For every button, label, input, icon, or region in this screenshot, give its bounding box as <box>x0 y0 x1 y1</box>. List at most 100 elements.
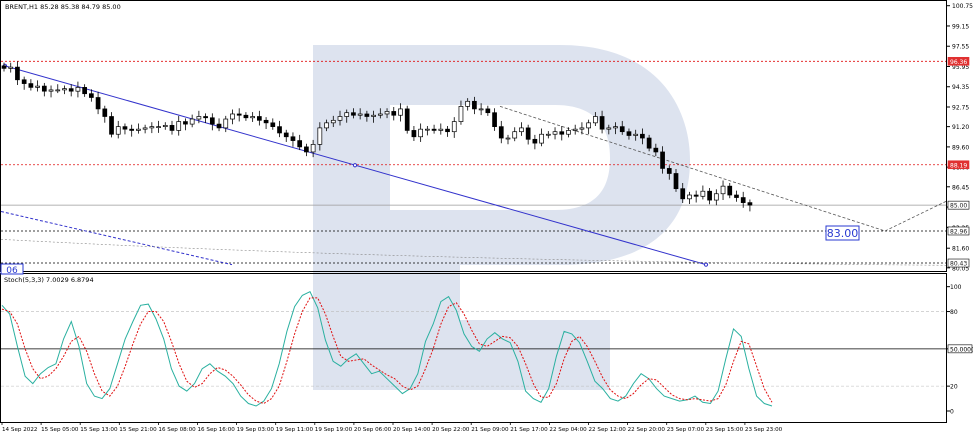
candle-body <box>183 121 188 125</box>
candle-body <box>344 112 350 117</box>
candle-body <box>68 88 74 92</box>
candle-body <box>62 88 67 91</box>
candle-body <box>28 83 34 88</box>
stoch-axis-label: 50.0000 <box>950 346 973 353</box>
candle-body <box>519 127 524 133</box>
candle-body <box>109 116 114 135</box>
x-axis-label: 22 Sep 20:00 <box>628 427 666 433</box>
price-axis-label: 92.75 <box>952 105 969 112</box>
candle-body <box>727 185 733 196</box>
candle-body <box>277 126 282 134</box>
candle-body <box>418 128 423 138</box>
candle-body <box>492 112 497 127</box>
x-axis-label: 14 Sep 2022 <box>2 427 37 433</box>
candle-body <box>8 66 14 69</box>
candle-body <box>156 126 161 128</box>
stoch-axis-label: 80 <box>950 309 958 316</box>
candle-body <box>162 125 168 127</box>
candle-body <box>209 117 215 125</box>
target-label-text: 83.00 <box>827 227 859 240</box>
candle-body <box>304 146 309 153</box>
price-axis-label: 94.35 <box>952 84 969 91</box>
candle-body <box>21 79 27 84</box>
x-axis-label: 23 Sep 23:00 <box>745 427 783 433</box>
candle-body <box>700 190 706 197</box>
candle-body <box>384 111 390 115</box>
candle-body <box>532 138 538 144</box>
candle-body <box>102 108 108 117</box>
candle-body <box>371 114 376 117</box>
candle-body <box>149 126 155 129</box>
candle-body <box>317 127 323 145</box>
candle-body <box>263 119 269 124</box>
candle-body <box>283 132 289 138</box>
candle-body <box>236 113 242 116</box>
candle-body <box>505 137 511 140</box>
candle-body <box>55 89 61 92</box>
candle-body <box>1 65 7 69</box>
candle-body <box>572 128 578 131</box>
candle-body <box>472 100 477 110</box>
x-axis-label: 20 Sep 06:00 <box>354 427 392 433</box>
candle-body <box>337 116 343 121</box>
candle-body <box>297 140 303 148</box>
candle-body <box>115 126 121 135</box>
candle-body <box>35 85 40 88</box>
left-edge-label: 06 <box>0 263 24 276</box>
candle-body <box>136 128 141 131</box>
candle-body <box>310 144 316 153</box>
candle-body <box>203 116 208 119</box>
candle-body <box>465 100 471 107</box>
candle-body <box>95 97 101 110</box>
x-axis-label: 22 Sep 12:00 <box>589 427 627 433</box>
candle-body <box>680 188 686 200</box>
candle-body <box>357 113 363 116</box>
price-axis-label: 99.15 <box>952 23 969 30</box>
candle-body <box>485 108 491 114</box>
x-axis-label: 21 Sep 17:00 <box>510 427 548 433</box>
candle-body <box>243 114 249 119</box>
forecast-line-up <box>884 200 947 232</box>
candle-body <box>552 131 558 135</box>
candle-body <box>445 128 450 133</box>
candle-body <box>438 128 444 131</box>
candle-body <box>451 121 457 133</box>
candle-body <box>559 131 565 135</box>
candle-body <box>257 116 262 121</box>
x-axis-label: 23 Sep 07:00 <box>667 427 705 433</box>
chart-canvas: 100.7599.1597.5595.9594.3592.7591.2089.6… <box>0 0 973 433</box>
candle-body <box>693 194 699 197</box>
candle-body <box>425 128 430 131</box>
stoch-axis-label: 20 <box>950 384 958 391</box>
candle-body <box>404 108 410 131</box>
candle-body <box>458 106 464 122</box>
candle-body <box>478 108 484 111</box>
x-axis-label: 19 Sep 19:00 <box>315 427 353 433</box>
candle-body <box>566 130 571 135</box>
candle-body <box>646 137 652 149</box>
candle-body <box>216 123 222 129</box>
candle-body <box>398 108 403 116</box>
candle-body <box>330 119 336 124</box>
candle-body <box>351 112 356 116</box>
candle-body <box>196 116 202 120</box>
candle-body <box>230 113 235 120</box>
price-chart-title: BRENT,H1 85.28 85.38 84.79 85.00 <box>5 3 121 11</box>
candle-body <box>613 126 618 129</box>
candle-body <box>15 66 20 81</box>
price-axis-label: 97.55 <box>952 44 969 51</box>
x-axis-label: 21 Sep 09:00 <box>471 427 509 433</box>
candle-body <box>270 122 276 127</box>
left-edge-label-text: 06 <box>6 266 18 276</box>
candle-body <box>324 122 329 129</box>
candle-body <box>223 118 229 129</box>
candle-body <box>707 190 712 201</box>
x-axis-label: 20 Sep 14:00 <box>393 427 431 433</box>
candle-body <box>411 130 417 138</box>
candle-body <box>169 125 175 131</box>
x-axis-label: 16 Sep 16:00 <box>198 427 236 433</box>
x-axis-label: 22 Sep 04:00 <box>549 427 587 433</box>
price-label: 88.19 <box>950 162 967 169</box>
candle-body <box>290 136 296 141</box>
candle-body <box>142 127 148 130</box>
